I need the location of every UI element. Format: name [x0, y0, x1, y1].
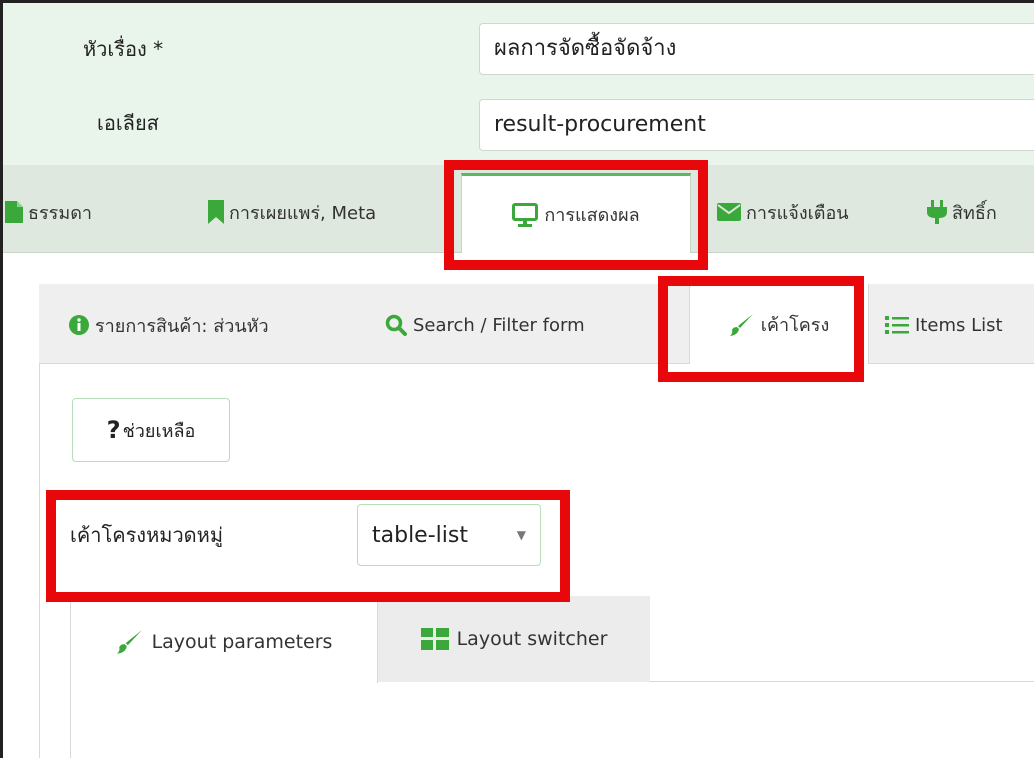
highlight-category-layout [46, 490, 570, 602]
brush-icon [116, 629, 142, 654]
sub-tabbar: รายการสินค้า: ส่วนหัว Search / Filter fo… [39, 284, 1034, 365]
tab-layout-switcher[interactable]: Layout switcher [378, 596, 650, 682]
subtab-search-filter-label: Search / Filter form [413, 314, 585, 336]
file-icon [5, 201, 23, 223]
alias-input[interactable]: result-procurement [479, 99, 1034, 151]
tab-notifications[interactable]: การแจ้งเตือน [717, 195, 849, 229]
envelope-icon [717, 203, 741, 221]
tab-publishing[interactable]: การเผยแพร่, Meta [208, 195, 376, 229]
subtab-search-filter[interactable]: Search / Filter form [385, 310, 585, 340]
search-icon [385, 314, 407, 336]
tab-layout-parameters-label: Layout parameters [151, 630, 333, 653]
article-header-form: หัวเรื่อง * ผลการจัดซื้อจัดจ้าง เอเลียส … [3, 3, 1034, 165]
grid-icon [420, 628, 449, 650]
highlight-layout-subtab [658, 276, 864, 382]
help-button[interactable]: ? ช่วยเหลือ [72, 398, 230, 462]
title-input[interactable]: ผลการจัดซื้อจัดจ้าง [479, 23, 1034, 75]
subtab-items-list[interactable]: Items List [885, 310, 1003, 340]
tab-permissions-label: สิทธิ์ก [952, 202, 997, 224]
tab-notifications-label: การแจ้งเตือน [746, 202, 849, 224]
list-icon [885, 316, 909, 334]
bookmark-icon [208, 200, 224, 224]
help-button-label: ช่วยเหลือ [122, 420, 196, 442]
tab-general[interactable]: ธรรมดา [5, 195, 92, 229]
help-icon: ? [106, 416, 121, 444]
subtab-list-header-label: รายการสินค้า: ส่วนหัว [95, 315, 269, 337]
tab-publishing-label: การเผยแพร่, Meta [229, 202, 377, 224]
alias-label: เอเลียส [97, 111, 159, 135]
subtab-items-list-label: Items List [915, 314, 1003, 336]
tab-permissions[interactable]: สิทธิ์ก [927, 195, 997, 229]
subtab-list-header[interactable]: รายการสินค้า: ส่วนหัว [69, 310, 269, 340]
layout-inner-tabs: Layout parameters Layout switcher [70, 596, 1034, 758]
tab-general-label: ธรรมดา [28, 202, 92, 224]
title-label: หัวเรื่อง * [83, 37, 164, 61]
layout-parameters-body [70, 682, 1034, 758]
tab-layout-parameters[interactable]: Layout parameters [70, 596, 378, 683]
info-icon [69, 315, 89, 335]
tab-layout-switcher-label: Layout switcher [456, 628, 608, 650]
plug-icon [927, 200, 947, 224]
highlight-display-tab [444, 160, 708, 270]
